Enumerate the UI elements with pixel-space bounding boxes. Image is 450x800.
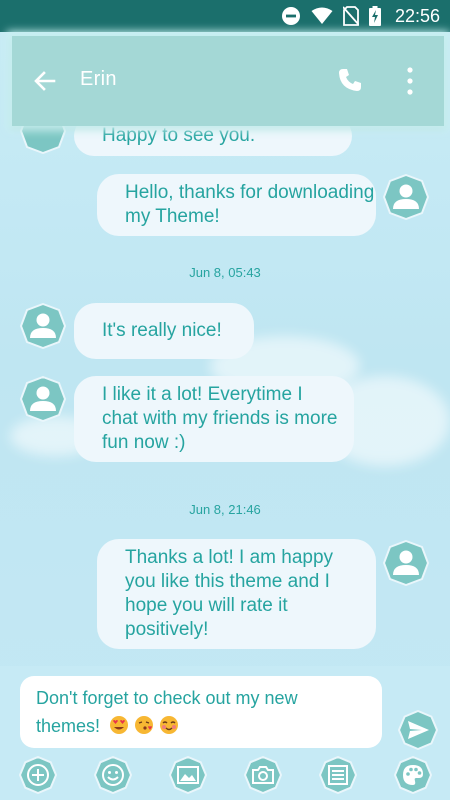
send-icon[interactable] (398, 710, 438, 750)
contact-avatar[interactable] (20, 303, 66, 349)
my-avatar[interactable] (383, 174, 429, 220)
more-vert-icon[interactable] (404, 66, 416, 96)
camera-icon[interactable] (244, 756, 282, 794)
message-text: I like it a lot! Everytime I chat with m… (102, 384, 338, 453)
message-text: Happy to see you. (102, 126, 256, 146)
message-text: Thanks a lot! I am happy you like this t… (125, 547, 334, 640)
message-bubble-outgoing[interactable]: Thanks a lot! I am happy you like this t… (97, 539, 376, 649)
gallery-icon[interactable] (169, 756, 207, 794)
palette-icon[interactable] (394, 756, 432, 794)
message-bubble-outgoing[interactable]: Hello, thanks for downloading my Theme! (97, 174, 376, 236)
message-bubble-incoming[interactable]: It's really nice! (74, 303, 254, 359)
message-bubble-incoming[interactable]: I like it a lot! Everytime I chat with m… (74, 376, 354, 462)
app-bar: Erin (12, 36, 444, 126)
status-icons: 22:56 (281, 4, 440, 28)
message-bubble-incoming[interactable]: Happy to see you. (74, 126, 352, 156)
compose-toolbar (0, 756, 450, 796)
date-separator: Jun 8, 21:46 (189, 502, 261, 517)
clock: 22:56 (394, 5, 440, 26)
contact-avatar[interactable] (20, 376, 66, 422)
phone-icon[interactable] (336, 66, 364, 94)
arrow-back-icon[interactable] (32, 68, 58, 94)
status-bar: 22:56 (0, 0, 450, 32)
add-icon[interactable] (19, 756, 57, 794)
do-not-disturb-icon (281, 7, 300, 25)
heart-eyes-emoji (110, 716, 129, 734)
contact-name[interactable]: Erin (80, 68, 117, 91)
kissing-emoji (135, 716, 154, 734)
battery-charging-icon (368, 6, 381, 26)
message-text: It's really nice! (102, 320, 222, 341)
wifi-icon (311, 7, 333, 24)
date-separator: Jun 8, 05:43 (189, 265, 261, 280)
no-sim-icon (342, 6, 359, 26)
chat-area[interactable]: Happy to see you. Hello, thanks for down… (0, 126, 450, 666)
blushing-emoji (160, 716, 179, 734)
my-avatar[interactable] (383, 540, 429, 586)
compose-area: Don't forget to check out my new themes! (0, 666, 450, 800)
contact-avatar[interactable] (20, 126, 66, 154)
list-icon[interactable] (319, 756, 357, 794)
emoji-icon[interactable] (94, 756, 132, 794)
compose-input[interactable]: Don't forget to check out my new themes! (20, 676, 382, 748)
message-text: Hello, thanks for downloading my Theme! (125, 182, 375, 227)
